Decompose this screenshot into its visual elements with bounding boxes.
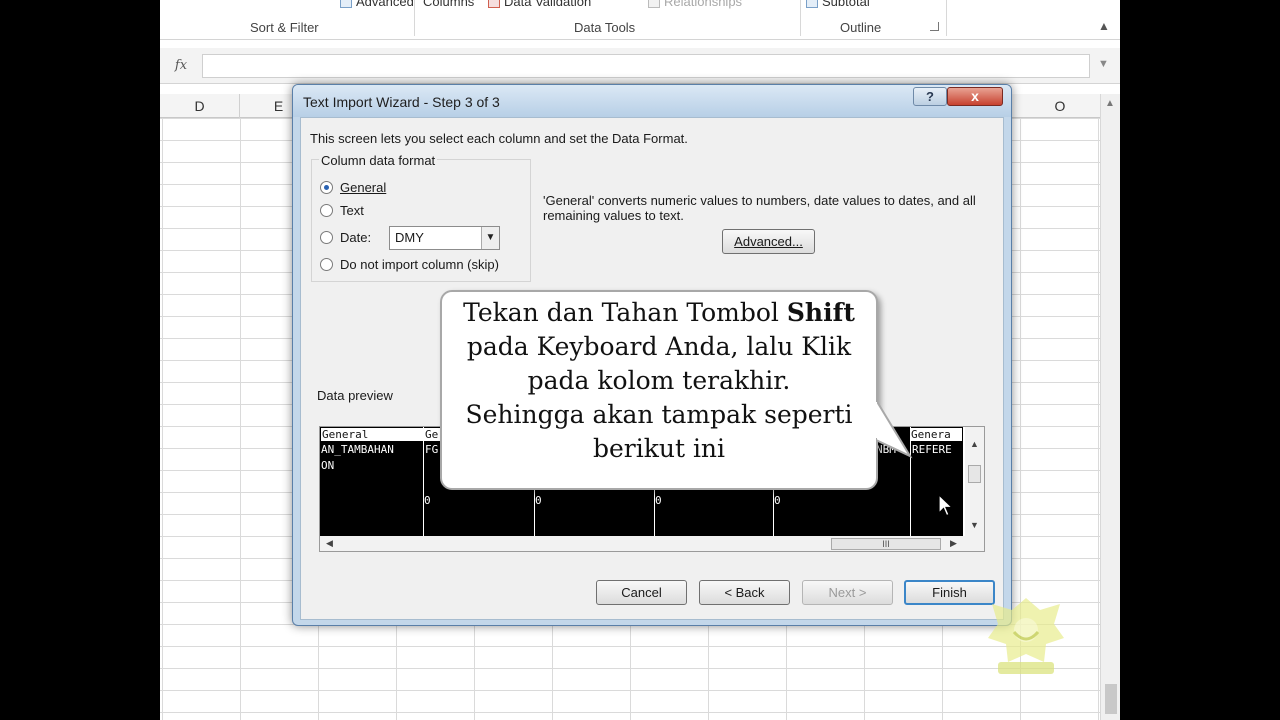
help-button[interactable]: ?	[913, 87, 947, 106]
ribbon: Advanced Columns Data Validation Relatio…	[160, 0, 1120, 40]
back-button[interactable]: < Back	[699, 580, 790, 605]
callout-text: Tekan dan Tahan Tombol Shift pada Keyboa…	[442, 296, 876, 466]
scroll-down-icon[interactable]: ▼	[970, 520, 979, 530]
radio-date[interactable]: Date:	[320, 228, 371, 246]
scroll-right-icon[interactable]: ▶	[950, 538, 957, 549]
scroll-up-icon[interactable]: ▲	[970, 439, 979, 449]
scroll-up-icon[interactable]: ▲	[1105, 98, 1115, 109]
callout-line: Sehingga akan tampak seperti	[465, 400, 853, 429]
date-format-select[interactable]: DMY ▼	[389, 226, 500, 250]
vertical-scrollbar[interactable]: ▲	[1100, 94, 1120, 720]
advanced-button[interactable]: Advanced...	[722, 229, 815, 254]
column-header-o[interactable]: O	[1020, 94, 1100, 118]
column-data-format-group: Column data format General Text Date: Do…	[311, 153, 531, 282]
preview-vscroll-thumb[interactable]	[968, 465, 981, 483]
advanced-button-label: Advanced...	[734, 234, 803, 249]
ribbon-separator	[946, 0, 947, 36]
relationships-button[interactable]: Relationships	[648, 0, 742, 9]
letterbox-left	[0, 0, 160, 720]
cancel-button[interactable]: Cancel	[596, 580, 687, 605]
preview-cell: 0	[774, 494, 781, 507]
dialog-title: Text Import Wizard - Step 3 of 3	[303, 94, 500, 110]
callout-line: pada kolom terakhir.	[527, 366, 791, 395]
collapse-ribbon-icon[interactable]: ▲	[1098, 19, 1110, 33]
callout-line: berikut ini	[592, 434, 726, 463]
expand-formula-icon[interactable]: ▼	[1098, 58, 1109, 70]
formula-input[interactable]	[202, 54, 1090, 78]
emblem-watermark-icon	[988, 598, 1064, 674]
ribbon-separator	[800, 0, 801, 36]
preview-column-header[interactable]: General	[320, 427, 424, 442]
scroll-left-icon[interactable]: ◀	[326, 538, 333, 549]
preview-cell: 0	[535, 494, 542, 507]
intro-text: This screen lets you select each column …	[310, 131, 688, 146]
radio-general-label: General	[340, 179, 387, 195]
radio-general[interactable]: General	[320, 178, 386, 196]
letterbox-right	[1120, 0, 1280, 720]
preview-cell: ON	[321, 459, 335, 472]
radio-skip[interactable]: Do not import column (skip)	[320, 255, 499, 273]
formula-bar: fx ▼	[160, 48, 1120, 84]
date-format-value: DMY	[395, 230, 424, 245]
data-validation-button[interactable]: Data Validation	[488, 0, 591, 9]
close-button[interactable]: x	[947, 87, 1003, 106]
group-label-sort-filter: Sort & Filter	[250, 20, 319, 35]
callout-bold-word: Shift	[786, 298, 855, 327]
column-data-format-legend: Column data format	[319, 153, 438, 168]
column-header-d[interactable]: D	[160, 94, 240, 118]
dialog-titlebar[interactable]: Text Import Wizard - Step 3 of 3 ? x	[293, 85, 1011, 117]
radio-text[interactable]: Text	[320, 201, 364, 219]
group-label-data-tools: Data Tools	[574, 20, 636, 35]
dropdown-arrow-icon[interactable]: ▼	[481, 227, 499, 249]
radio-skip-label: Do not import column (skip)	[340, 256, 499, 272]
preview-cell: 0	[424, 494, 431, 507]
advanced-filter-button[interactable]: Advanced	[340, 0, 414, 9]
radio-selected-icon[interactable]	[320, 180, 333, 194]
subtotal-button[interactable]: Subtotal	[806, 0, 870, 9]
dialog-launcher-icon[interactable]	[930, 22, 939, 31]
radio-text-label: Text	[340, 202, 364, 218]
finish-button[interactable]: Finish	[904, 580, 995, 605]
callout-line: pada Keyboard Anda, lalu Klik	[466, 332, 852, 361]
scrollbar-thumb[interactable]	[1105, 684, 1117, 714]
preview-horizontal-scrollbar[interactable]: ◀ III ▶	[320, 536, 984, 551]
preview-hscroll-thumb[interactable]: III	[831, 538, 941, 550]
screen: Advanced Columns Data Validation Relatio…	[0, 0, 1280, 720]
callout-pointer-icon	[876, 400, 913, 459]
preview-column-divider	[423, 427, 424, 536]
callout-line: Tekan dan Tahan Tombol	[463, 298, 787, 327]
data-preview-label: Data preview	[317, 388, 393, 403]
radio-icon[interactable]	[320, 257, 333, 271]
next-button[interactable]: Next >	[802, 580, 893, 605]
mouse-cursor-icon	[938, 494, 954, 517]
tutorial-callout: Tekan dan Tahan Tombol Shift pada Keyboa…	[440, 290, 878, 490]
preview-column-header[interactable]: Genera	[909, 427, 963, 442]
preview-vertical-scrollbar[interactable]: ▲ ▼	[965, 427, 984, 536]
format-description: 'General' converts numeric values to num…	[543, 193, 976, 223]
preview-cell: REFERE	[912, 443, 952, 456]
preview-cell: FG	[425, 443, 439, 456]
preview-cell: 0	[655, 494, 662, 507]
insert-function-icon[interactable]: fx	[166, 55, 196, 77]
text-to-columns-button[interactable]: Columns	[423, 0, 474, 9]
radio-icon[interactable]	[320, 203, 333, 217]
ribbon-separator	[414, 0, 415, 36]
group-label-outline: Outline	[840, 20, 882, 35]
radio-icon[interactable]	[320, 230, 333, 244]
preview-cell: AN_TAMBAHAN	[321, 443, 394, 456]
radio-date-label: Date:	[340, 229, 372, 245]
